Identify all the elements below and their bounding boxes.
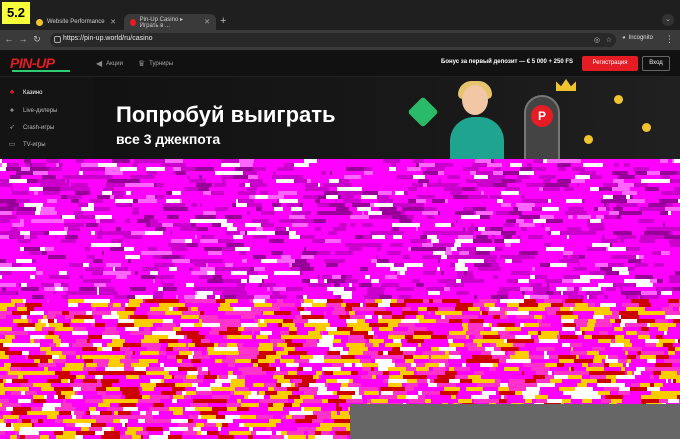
- render-glitch-area: [0, 159, 680, 439]
- site-logo[interactable]: PIN-UP: [10, 55, 55, 71]
- menu-icon[interactable]: ⋮: [665, 34, 674, 45]
- incognito-icon: ◕: [622, 35, 626, 41]
- banner-subtitle: все 3 джекпота: [116, 131, 221, 147]
- close-tab-icon[interactable]: ✕: [110, 18, 116, 26]
- favicon-icon: [36, 18, 43, 26]
- register-button[interactable]: Регистрация: [582, 56, 638, 71]
- step-badge: 5.2: [2, 2, 30, 24]
- crown-icon: [556, 79, 576, 91]
- close-tab-icon[interactable]: ✕: [204, 18, 210, 26]
- tab-website-performance[interactable]: Website Performance ✕: [30, 14, 122, 30]
- casino-icon: ♣: [9, 89, 15, 96]
- tab-bar: 5.2 Website Performance ✕ Pin-Up Casino …: [0, 0, 680, 30]
- nav-label: Турниры: [149, 60, 174, 67]
- logo-underline: [12, 70, 70, 72]
- address-bar[interactable]: https://pin-up.world/ru/casino ◎ ☆: [50, 33, 616, 47]
- pinup-girl-face: [462, 85, 488, 115]
- sidebar-item-label: Казино: [23, 90, 43, 96]
- sidebar-item-label: Crash-игры: [23, 125, 55, 131]
- sidebar-item-live[interactable]: ♠ Live-дилеры: [8, 107, 57, 115]
- megaphone-icon: ◀: [96, 59, 103, 68]
- coin-icon: [584, 135, 593, 144]
- emerald-gem-image: [407, 96, 439, 128]
- tab-title: Website Performance: [47, 19, 105, 25]
- coin-icon: [614, 95, 623, 104]
- new-tab-icon[interactable]: +: [220, 15, 226, 27]
- trophy-icon: ♛: [138, 59, 146, 68]
- browser-toolbar: ← → ↻ https://pin-up.world/ru/casino ◎ ☆…: [0, 30, 680, 50]
- browser-window: 5.2 Website Performance ✕ Pin-Up Casino …: [0, 0, 680, 439]
- banner-title: Попробуй выиграть: [116, 102, 336, 127]
- tab-search-icon[interactable]: ⌄: [662, 14, 674, 26]
- tv-icon: ▭: [8, 141, 16, 148]
- login-button[interactable]: Вход: [642, 56, 670, 71]
- lock-icon: [54, 36, 61, 43]
- promo-banner[interactable]: Попробуй выиграть все 3 джекпота P: [94, 77, 680, 167]
- rocket-icon: ➶: [9, 124, 15, 131]
- back-icon[interactable]: ←: [4, 34, 14, 44]
- eye-off-icon[interactable]: ◎: [594, 36, 600, 44]
- forward-icon[interactable]: →: [18, 34, 28, 44]
- site-header: PIN-UP ◀ Акции ♛ Турниры Бонус за первый…: [0, 50, 680, 77]
- sidebar-item-tv[interactable]: ▭ TV-игры: [8, 141, 46, 149]
- tab-title: Pin-Up Casino ▸ Играть в ...: [139, 16, 183, 29]
- bookmark-star-icon[interactable]: ☆: [606, 36, 612, 44]
- nav-label: Акции: [106, 60, 123, 67]
- url-text: https://pin-up.world/ru/casino: [63, 35, 153, 42]
- slot-logo-icon: P: [531, 105, 553, 127]
- favicon-icon: [130, 18, 136, 26]
- incognito-label: Incognito: [628, 35, 653, 41]
- live-icon: ♠: [10, 107, 14, 114]
- sidebar-item-label: Live-дилеры: [23, 108, 58, 114]
- nav-promotions[interactable]: ◀ Акции: [96, 59, 123, 68]
- nav-tournaments[interactable]: ♛ Турниры: [138, 59, 173, 68]
- coin-icon: [642, 123, 651, 132]
- bonus-text: Бонус за первый депозит — € 5 000 + 250 …: [441, 59, 573, 65]
- reload-icon[interactable]: ↻: [32, 34, 42, 45]
- sidebar-item-crash[interactable]: ➶ Crash-игры: [8, 124, 54, 132]
- sidebar-item-label: TV-игры: [23, 142, 46, 148]
- incognito-indicator[interactable]: ◕ Incognito: [622, 35, 653, 41]
- sidebar-item-casino[interactable]: ♣ Казино: [8, 89, 43, 97]
- tab-pin-up-casino[interactable]: Pin-Up Casino ▸ Играть в ... ✕: [124, 14, 216, 30]
